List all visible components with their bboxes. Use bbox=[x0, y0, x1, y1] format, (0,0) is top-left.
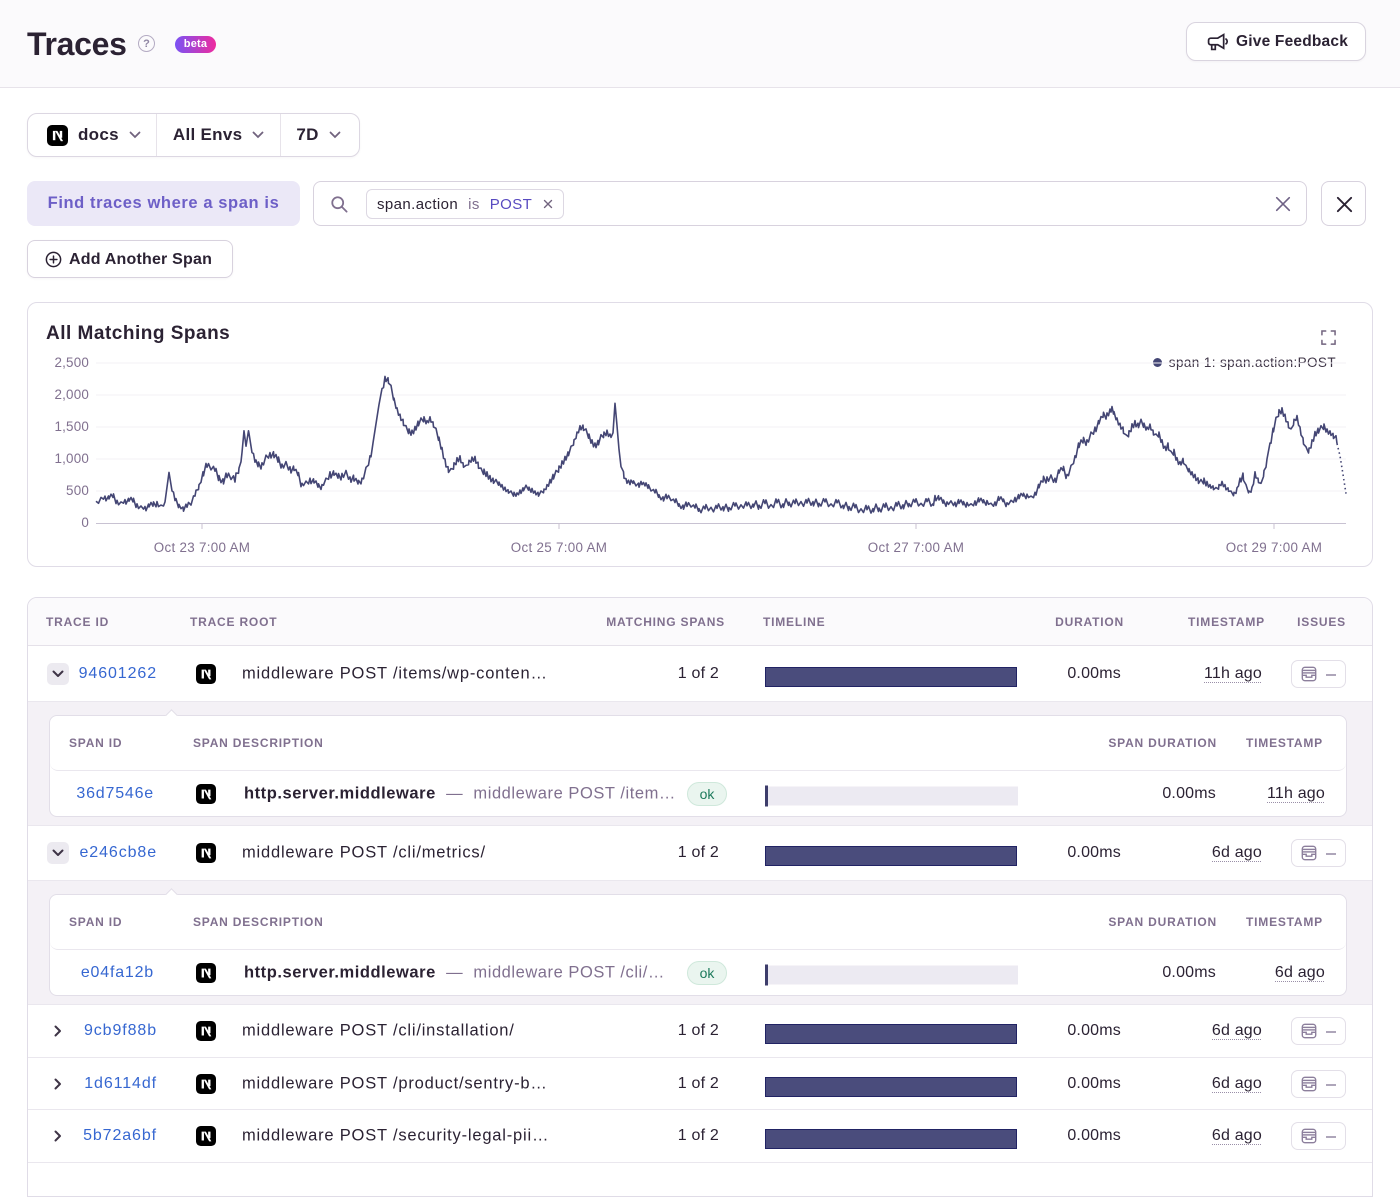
svg-text:Oct 23 7:00 AM: Oct 23 7:00 AM bbox=[154, 540, 251, 555]
svg-text:2,000: 2,000 bbox=[54, 387, 89, 402]
svg-text:Oct 27 7:00 AM: Oct 27 7:00 AM bbox=[868, 540, 965, 555]
svg-text:0: 0 bbox=[81, 515, 89, 530]
svg-text:2,500: 2,500 bbox=[54, 355, 89, 370]
svg-text:1,500: 1,500 bbox=[54, 419, 89, 434]
svg-text:Oct 29 7:00 AM: Oct 29 7:00 AM bbox=[1226, 540, 1323, 555]
svg-text:1,000: 1,000 bbox=[54, 451, 89, 466]
svg-text:Oct 25 7:00 AM: Oct 25 7:00 AM bbox=[511, 540, 608, 555]
svg-text:500: 500 bbox=[66, 483, 89, 498]
